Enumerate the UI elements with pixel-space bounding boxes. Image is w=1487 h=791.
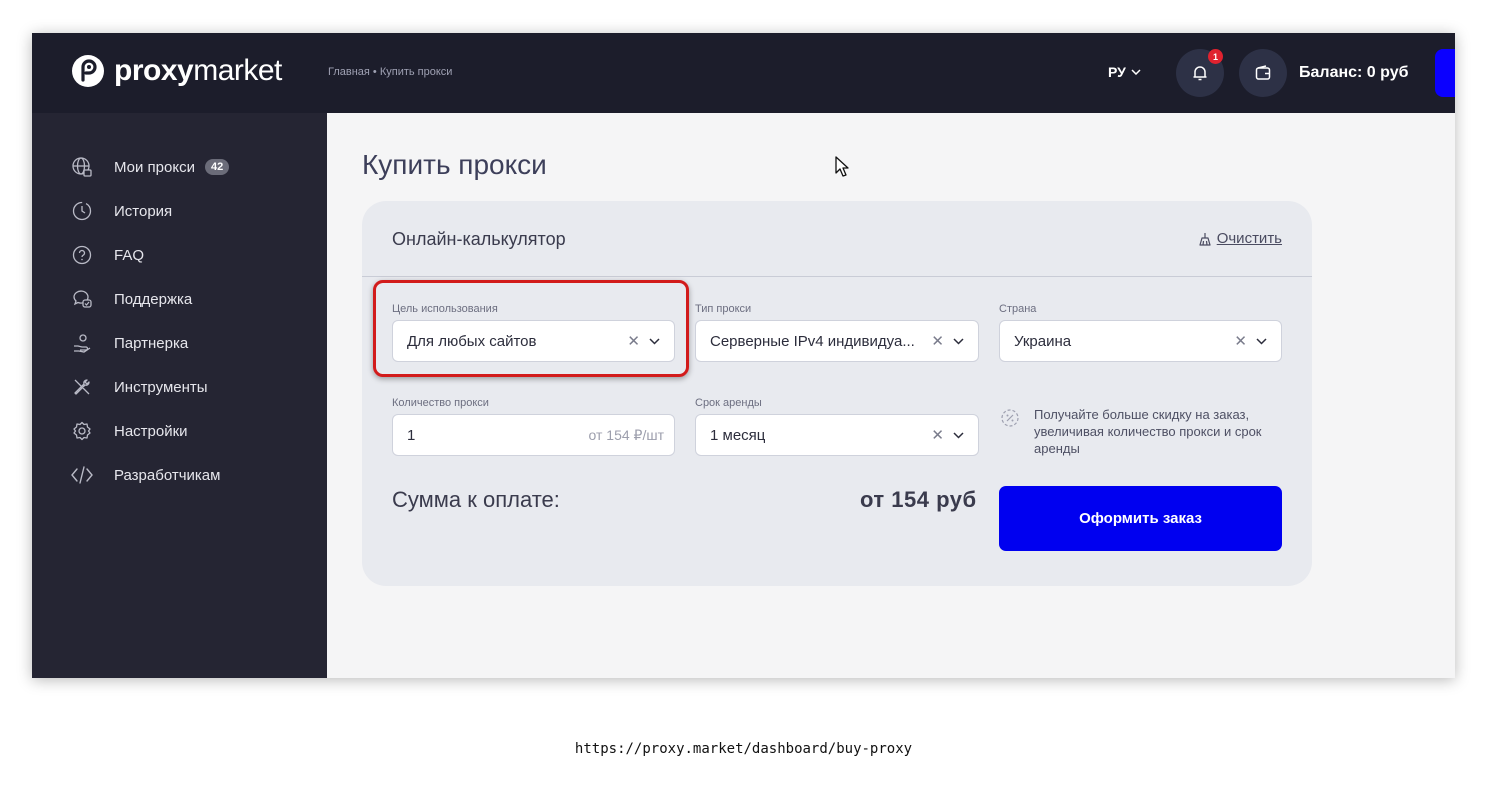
purpose-highlight-box bbox=[373, 280, 689, 377]
country-label: Страна bbox=[999, 303, 1037, 315]
balance-display: Баланс: 0 руб bbox=[1299, 64, 1409, 81]
quantity-price-hint: от 154 ₽/шт bbox=[588, 426, 664, 443]
notifications-button[interactable]: 1 bbox=[1176, 49, 1224, 97]
place-order-button[interactable]: Оформить заказ bbox=[999, 486, 1282, 551]
sidebar-item-label: Инструменты bbox=[114, 378, 208, 396]
sidebar-item-settings[interactable]: Настройки bbox=[70, 419, 188, 443]
code-icon bbox=[70, 463, 94, 487]
main-content: Купить прокси Онлайн-калькулятор Очистит… bbox=[327, 113, 1455, 678]
sidebar-item-tools[interactable]: Инструменты bbox=[70, 375, 208, 399]
discount-icon bbox=[1001, 409, 1019, 427]
top-up-button[interactable] bbox=[1435, 49, 1455, 97]
quantity-label: Количество прокси bbox=[392, 397, 489, 409]
clear-icon[interactable]: ✕ bbox=[1234, 332, 1247, 350]
question-icon bbox=[70, 243, 94, 267]
sidebar-item-label: История bbox=[114, 202, 173, 220]
history-icon bbox=[70, 199, 94, 223]
bell-icon bbox=[1193, 66, 1207, 81]
page-title: Купить прокси bbox=[362, 149, 547, 180]
clear-icon[interactable]: ✕ bbox=[931, 332, 944, 350]
breadcrumb[interactable]: Главная • Купить прокси bbox=[328, 66, 452, 78]
quantity-input[interactable]: 1 от 154 ₽/шт bbox=[392, 414, 675, 456]
discount-tip: Получайте больше скидку на заказ, увелич… bbox=[1000, 406, 1280, 457]
sidebar-item-label: Поддержка bbox=[114, 290, 193, 308]
language-selector[interactable]: РУ bbox=[1108, 64, 1141, 80]
proxy-type-select[interactable]: Серверные IPv4 индивидуа... ✕ bbox=[695, 320, 979, 362]
tools-icon bbox=[70, 375, 94, 399]
discount-tip-text: Получайте больше скидку на заказ, увелич… bbox=[1034, 407, 1262, 456]
chevron-down-icon bbox=[953, 431, 964, 439]
proxy-type-label: Тип прокси bbox=[695, 303, 752, 315]
settings-icon bbox=[70, 419, 94, 443]
sidebar-item-history[interactable]: История bbox=[70, 199, 172, 223]
clear-icon[interactable]: ✕ bbox=[931, 426, 944, 444]
notification-badge: 1 bbox=[1208, 49, 1223, 64]
sidebar-item-label: FAQ bbox=[114, 246, 145, 264]
globe-lock-icon bbox=[70, 155, 94, 179]
wallet-button[interactable] bbox=[1239, 49, 1287, 97]
broom-icon bbox=[1199, 232, 1211, 246]
card-divider bbox=[362, 276, 1312, 277]
app-window: proxymarket Главная • Купить прокси РУ 1… bbox=[32, 33, 1455, 678]
total-value: от 154 руб bbox=[860, 487, 977, 512]
sidebar-item-support[interactable]: Поддержка bbox=[70, 287, 192, 311]
term-select[interactable]: 1 месяц ✕ bbox=[695, 414, 979, 456]
sidebar-item-developers[interactable]: Разработчикам bbox=[70, 463, 220, 487]
chevron-down-icon bbox=[1131, 69, 1141, 75]
mouse-cursor-icon bbox=[835, 156, 849, 177]
sidebar-item-label: Партнерка bbox=[114, 334, 189, 352]
logo[interactable]: proxymarket bbox=[72, 54, 282, 88]
top-bar: proxymarket Главная • Купить прокси РУ 1… bbox=[32, 33, 1455, 113]
chevron-down-icon bbox=[1256, 337, 1267, 345]
logo-text: proxymarket bbox=[114, 54, 282, 87]
calculator-title: Онлайн-калькулятор bbox=[392, 229, 566, 249]
sidebar-item-partner[interactable]: Партнерка bbox=[70, 331, 188, 355]
chevron-down-icon bbox=[953, 337, 964, 345]
total-label: Сумма к оплате: bbox=[392, 487, 560, 512]
partner-icon bbox=[70, 331, 94, 355]
clear-button[interactable]: Очистить bbox=[1199, 230, 1282, 247]
wallet-icon bbox=[1255, 65, 1271, 80]
page-url: https://proxy.market/dashboard/buy-proxy bbox=[574, 741, 913, 757]
country-select[interactable]: Украина ✕ bbox=[999, 320, 1282, 362]
sidebar-item-my-proxies[interactable]: Мои прокси 42 bbox=[70, 155, 230, 179]
support-chat-icon bbox=[70, 287, 94, 311]
sidebar-item-faq[interactable]: FAQ bbox=[70, 243, 144, 267]
proxy-count-badge: 42 bbox=[204, 159, 230, 175]
sidebar: Мои прокси 42 История FAQ Поддержка Парт… bbox=[32, 113, 327, 678]
calculator-card: Онлайн-калькулятор Очистить Цель использ… bbox=[362, 201, 1312, 586]
term-label: Срок аренды bbox=[695, 397, 762, 409]
sidebar-item-label: Разработчикам bbox=[114, 466, 221, 484]
sidebar-item-label: Настройки bbox=[114, 422, 188, 440]
logo-mark-icon bbox=[72, 55, 104, 87]
sidebar-item-label: Мои прокси bbox=[114, 158, 195, 176]
